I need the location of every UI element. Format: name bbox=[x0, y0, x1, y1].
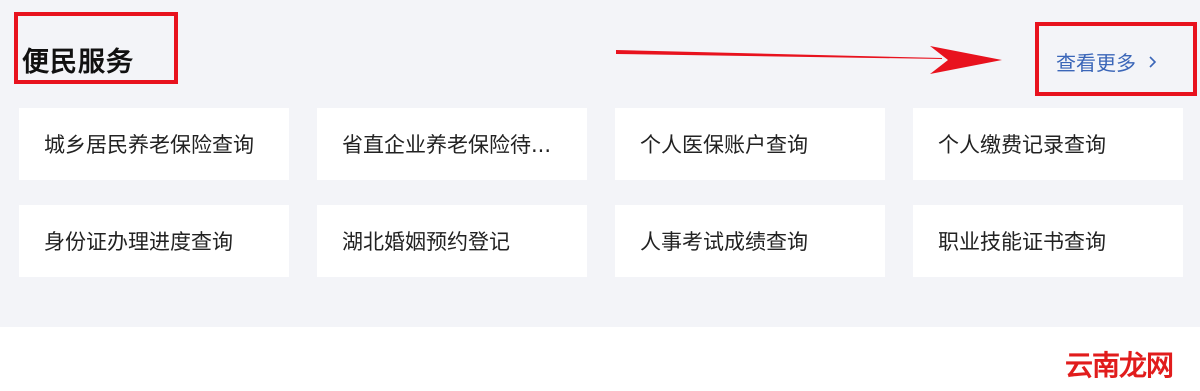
service-card[interactable]: 个人医保账户查询 bbox=[615, 108, 885, 180]
service-card-label: 个人医保账户查询 bbox=[640, 133, 808, 157]
service-card[interactable]: 个人缴费记录查询 bbox=[913, 108, 1183, 180]
service-panel: 便民服务 查看更多 城乡居民养老保险查询 省直企业养老保险待... 个人医保账户… bbox=[0, 0, 1200, 327]
service-card[interactable]: 人事考试成绩查询 bbox=[615, 205, 885, 277]
annotation-box-more bbox=[1035, 22, 1197, 96]
service-card[interactable]: 湖北婚姻预约登记 bbox=[317, 205, 587, 277]
annotation-arrow bbox=[616, 46, 1002, 74]
service-card[interactable]: 职业技能证书查询 bbox=[913, 205, 1183, 277]
service-card-label: 人事考试成绩查询 bbox=[640, 230, 808, 254]
service-grid: 城乡居民养老保险查询 省直企业养老保险待... 个人医保账户查询 个人缴费记录查… bbox=[19, 108, 1183, 277]
watermark-logo: 云南龙网 bbox=[1065, 349, 1174, 382]
service-card-label: 湖北婚姻预约登记 bbox=[342, 230, 510, 254]
service-card[interactable]: 身份证办理进度查询 bbox=[19, 205, 289, 277]
service-card[interactable]: 省直企业养老保险待... bbox=[317, 108, 587, 180]
service-card-label: 省直企业养老保险待... bbox=[342, 133, 552, 157]
service-card[interactable]: 城乡居民养老保险查询 bbox=[19, 108, 289, 180]
service-card-label: 职业技能证书查询 bbox=[938, 230, 1106, 254]
service-card-label: 个人缴费记录查询 bbox=[938, 133, 1106, 157]
annotation-box-title bbox=[14, 12, 178, 84]
service-card-label: 身份证办理进度查询 bbox=[44, 230, 233, 254]
service-card-label: 城乡居民养老保险查询 bbox=[44, 133, 254, 157]
